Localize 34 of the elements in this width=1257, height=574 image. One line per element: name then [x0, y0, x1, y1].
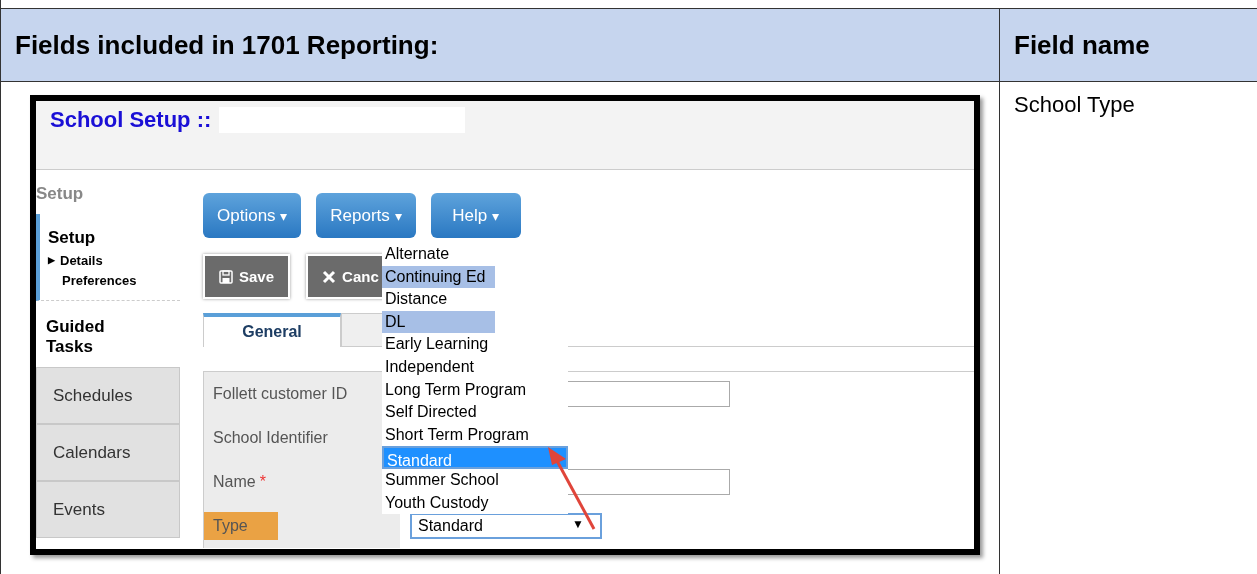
page-title: School Setup ::	[50, 107, 212, 133]
save-icon	[219, 269, 233, 284]
sidebar-link[interactable]: Preferences	[62, 273, 137, 288]
column-header: Fields included in 1701 Reporting:	[1, 9, 1000, 81]
field-name: School Type	[1014, 92, 1135, 117]
sidebar-section: Guided Tasks	[36, 301, 134, 367]
sidebar-tab[interactable]: Schedules	[36, 367, 180, 424]
dropdown-option[interactable]: Short Term Program	[382, 423, 568, 447]
dropdown-option[interactable]: Early Learning	[382, 333, 568, 356]
dropdown-option[interactable]: DL	[382, 310, 495, 334]
sidebar-header: Setup	[36, 183, 85, 205]
field-label: Type	[204, 512, 278, 540]
tab[interactable]: General	[203, 313, 341, 347]
menu-button[interactable]: Reports ▾	[316, 193, 416, 238]
sidebar-link[interactable]: Details	[60, 253, 103, 268]
dropdown-option[interactable]: Long Term Program	[382, 378, 568, 402]
menu-button[interactable]: Options ▾	[203, 193, 302, 238]
dropdown-option[interactable]: Continuing Ed	[382, 265, 495, 289]
column-header: Field name	[1013, 28, 1151, 62]
dropdown-option[interactable]: Summer School	[382, 468, 568, 492]
dropdown-option[interactable]: Youth Custody	[382, 491, 568, 515]
sidebar-tab[interactable]: Events	[36, 481, 180, 538]
close-icon	[322, 269, 337, 284]
sidebar-tab[interactable]: Calendars	[36, 424, 180, 481]
dropdown-option[interactable]: Independent	[382, 355, 568, 379]
field-label: School Identifier	[212, 428, 329, 448]
required-mark: *	[259, 473, 266, 490]
field-label: Name *	[212, 472, 267, 492]
action-button[interactable]: Save	[203, 254, 291, 299]
menu-button[interactable]: Help ▾	[430, 193, 521, 238]
dropdown-option[interactable]: Self Directed	[382, 401, 568, 424]
field-label: Follett customer ID	[212, 384, 349, 404]
triangle-icon: ▶	[48, 253, 55, 268]
sidebar-section: Setup	[48, 228, 180, 248]
